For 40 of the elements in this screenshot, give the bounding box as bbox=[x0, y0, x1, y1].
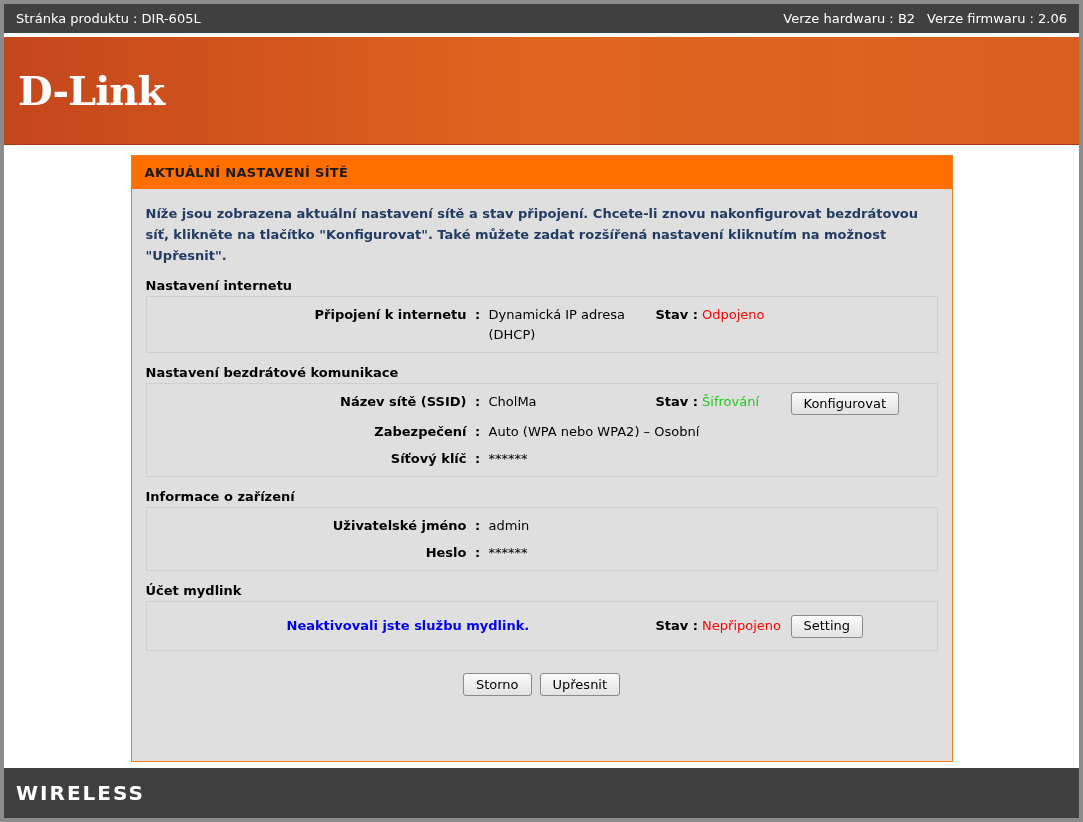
product-page: Stránka produktu : DIR-605L bbox=[16, 9, 201, 28]
status-label: Stav : bbox=[655, 393, 699, 411]
field-value: admin bbox=[488, 517, 530, 535]
field-label: Uživatelské jméno bbox=[331, 517, 467, 535]
action-button[interactable]: Upřesnit bbox=[539, 673, 621, 696]
field-label: Zabezpečení bbox=[373, 423, 467, 441]
setting-button[interactable]: Setting bbox=[790, 614, 864, 638]
field-colon: : bbox=[473, 517, 482, 535]
field-colon: : bbox=[473, 393, 482, 411]
section-title: Nastavení bezdrátové komunikace bbox=[145, 364, 400, 382]
status-label: Stav : bbox=[655, 306, 699, 324]
status-value: Šifrování bbox=[702, 393, 760, 411]
field-value: Dynamická IP adresa (DHCP) bbox=[488, 306, 627, 344]
panel-title: AKTUÁLNÍ NASTAVENÍ SÍTĚ bbox=[144, 163, 349, 182]
field-label: Heslo bbox=[424, 543, 467, 562]
logo: D-Link bbox=[18, 65, 165, 116]
field-colon: : bbox=[473, 449, 482, 468]
section-title: Nastavení internetu bbox=[145, 277, 294, 295]
field-value: Auto (WPA nebo WPA2) – Osobní bbox=[488, 423, 700, 441]
footer-label: WIRELESS bbox=[16, 780, 145, 807]
field-colon: : bbox=[473, 306, 482, 324]
field-label: Název sítě (SSID) bbox=[339, 393, 467, 411]
field-value: ****** bbox=[488, 449, 528, 468]
section-title: Účet mydlink bbox=[145, 582, 243, 600]
firmware-version: Verze firmwaru : 2.06 bbox=[927, 9, 1067, 28]
field-value: CholMa bbox=[488, 393, 538, 411]
field-label: Síťový klíč bbox=[389, 449, 467, 468]
field-label: Připojení k internetu bbox=[313, 306, 467, 324]
hardware-version: Verze hardwaru : B2 bbox=[783, 9, 916, 28]
intro-text: Níže jsou zobrazena aktuální nastavení sítě a stav připojení. Chcete-li znovu nakonfigurovat bezdrátovou síť, klikněte na tlačítko "Konfigurovat". Také můžete zadat rozšířená nastavení kliknutím na možnost "Upřesnit". bbox=[145, 205, 920, 265]
configure-button[interactable]: Konfigurovat bbox=[790, 392, 900, 415]
status-value: Nepřipojeno bbox=[702, 617, 781, 636]
action-button[interactable]: Storno bbox=[462, 673, 532, 696]
status-value: Odpojeno bbox=[702, 306, 765, 324]
field-colon: : bbox=[473, 423, 482, 441]
section-title: Informace o zařízení bbox=[145, 488, 296, 506]
mydlink-message: Neaktivovali jste službu mydlink. bbox=[285, 617, 531, 636]
field-colon: : bbox=[473, 543, 482, 562]
field-value: ****** bbox=[488, 543, 528, 562]
status-label: Stav : bbox=[655, 617, 699, 636]
